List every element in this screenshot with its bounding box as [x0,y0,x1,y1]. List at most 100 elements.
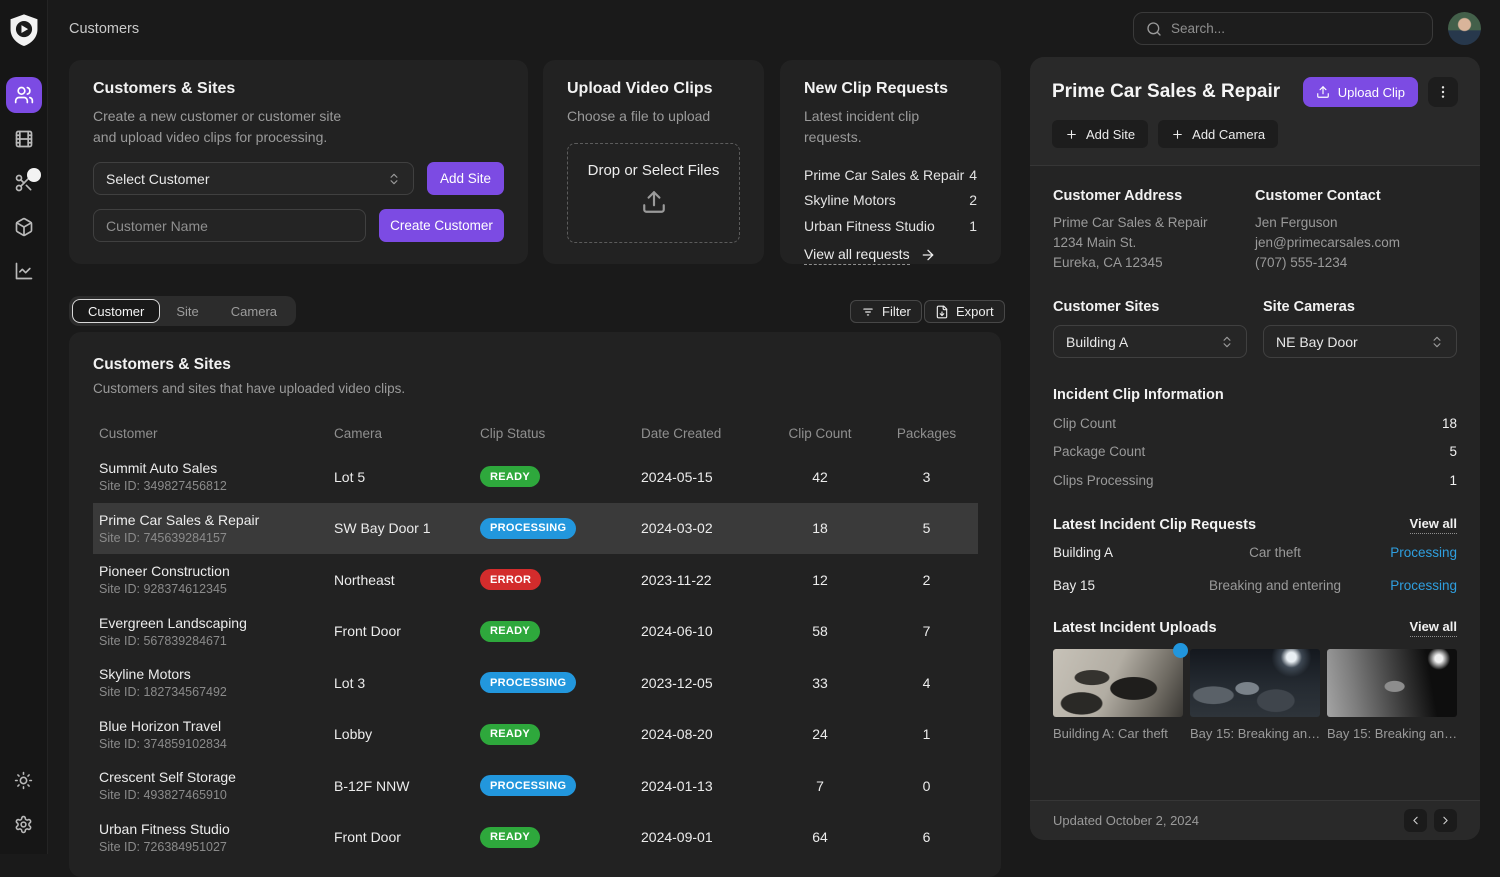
table-subtitle: Customers and sites that have uploaded v… [93,381,977,396]
col-clip-status: Clip Status [480,426,641,441]
sidebar-item-clips[interactable] [6,121,42,157]
table-row[interactable]: Prime Car Sales & Repair Site ID: 745639… [93,503,978,555]
status-badge: PROCESSING [480,518,576,539]
clip-count: 24 [765,726,875,742]
previous-page-button[interactable] [1404,809,1427,832]
dropzone-label: Drop or Select Files [588,162,720,179]
upload-thumbnail[interactable] [1327,649,1457,717]
new-clip-requests-card: New Clip Requests Latest incident clip r… [780,60,1001,264]
clip-count: 64 [765,829,875,845]
chevron-left-icon [1409,814,1422,827]
search-input[interactable] [1171,21,1420,36]
tab[interactable]: Camera [215,299,293,323]
file-download-icon [935,305,949,319]
camera-name: Front Door [334,623,480,639]
site-cameras-dropdown[interactable]: NE Bay Door [1263,325,1457,358]
upload-thumbnail[interactable] [1190,649,1320,717]
card-title: Upload Video Clips [567,80,740,98]
customer-name: Urban Fitness Studio [99,821,334,837]
panel-add-camera-button[interactable]: Add Camera [1158,120,1278,148]
status-badge: READY [480,621,540,642]
site-id: Site ID: 349827456812 [99,479,334,493]
table-body: Summit Auto Sales Site ID: 349827456812 … [69,451,1001,863]
clip-request-row: Prime Car Sales & Repair 4 [804,162,977,188]
upload-item: Bay 15: Breaking an… [1190,649,1320,741]
customer-name: Crescent Self Storage [99,769,334,785]
table-row[interactable]: Crescent Self Storage Site ID: 493827465… [93,760,978,812]
package-icon [14,217,34,237]
package-count: 3 [875,469,978,485]
chevron-right-icon [1439,814,1452,827]
customer-name-input[interactable] [93,209,366,242]
table-row[interactable]: Blue Horizon Travel Site ID: 37485910283… [93,709,978,761]
upload-thumbnail[interactable] [1053,649,1183,717]
package-count: 0 [875,778,978,794]
create-customer-button[interactable]: Create Customer [379,209,504,242]
tab[interactable]: Site [160,299,214,323]
card-subtitle: Choose a file to upload [567,106,740,127]
file-dropzone[interactable]: Drop or Select Files [567,143,740,243]
request-customer-name: Urban Fitness Studio [804,218,935,234]
sidebar-item-analytics[interactable] [6,253,42,289]
site-id: Site ID: 493827465910 [99,788,334,802]
package-count: 1 [875,726,978,742]
date-created: 2023-11-22 [641,572,765,588]
table-row[interactable]: Pioneer Construction Site ID: 9283746123… [93,554,978,606]
view-all-clip-requests-link[interactable]: View all [1410,516,1457,534]
processing-status-link[interactable]: Processing [1377,578,1457,593]
view-all-requests-link[interactable]: View all requests [804,246,977,265]
table-row[interactable]: Urban Fitness Studio Site ID: 7263849510… [93,812,978,864]
view-all-uploads-link[interactable]: View all [1410,619,1457,637]
site-id: Site ID: 745639284157 [99,531,334,545]
clip-count: 33 [765,675,875,691]
filter-button[interactable]: Filter [850,300,922,323]
user-avatar[interactable] [1448,12,1481,45]
customer-name: Blue Horizon Travel [99,718,334,734]
customer-sites-dropdown[interactable]: Building A [1053,325,1247,358]
camera-name: Lobby [334,726,480,742]
search-box [1133,12,1433,45]
kebab-menu-icon [1435,84,1451,100]
theme-toggle[interactable] [6,762,42,798]
next-page-button[interactable] [1434,809,1457,832]
sidebar-item-editor[interactable] [6,165,42,201]
table-row[interactable]: Evergreen Landscaping Site ID: 567839284… [93,606,978,658]
processing-status-link[interactable]: Processing [1377,545,1457,560]
sidebar-item-customers[interactable] [6,77,42,113]
table-row[interactable]: Skyline Motors Site ID: 182734567492 Lot… [93,657,978,709]
latest-incident-uploads: Latest Incident Uploads View all Buildin… [1053,619,1457,741]
sidebar [0,0,48,854]
camera-name: SW Bay Door 1 [334,520,480,536]
customer-name: Summit Auto Sales [99,460,334,476]
users-icon [14,85,34,105]
settings-button[interactable] [6,806,42,842]
export-button[interactable]: Export [924,300,1005,323]
panel-add-site-button[interactable]: Add Site [1052,120,1148,148]
upload-icon [1316,85,1330,99]
add-site-button[interactable]: Add Site [427,162,504,195]
upload-clip-button[interactable]: Upload Clip [1303,77,1418,107]
request-customer-name: Prime Car Sales & Repair [804,167,964,183]
chevrons-up-down-icon [1220,335,1234,349]
select-customer-dropdown[interactable]: Select Customer [93,162,414,195]
table-row[interactable]: Summit Auto Sales Site ID: 349827456812 … [93,451,978,503]
request-count: 1 [969,218,977,234]
topbar: Customers [48,0,1500,56]
clip-request-row: Skyline Motors 2 [804,188,977,214]
request-count: 2 [969,192,977,208]
status-badge: ERROR [480,569,541,590]
upload-item: Building A: Car theft [1053,649,1183,741]
package-count: 7 [875,623,978,639]
arrow-right-icon [920,247,936,263]
upload-video-clips-card: Upload Video Clips Choose a file to uplo… [543,60,764,264]
upload-caption: Bay 15: Breaking an… [1327,726,1457,741]
more-options-button[interactable] [1428,77,1458,107]
tab[interactable]: Customer [72,299,160,323]
customer-name: Prime Car Sales & Repair [99,512,334,528]
incident-clip-information: Incident Clip Information Clip Count 18 … [1053,387,1457,495]
film-icon [14,129,34,149]
sidebar-item-packages[interactable] [6,209,42,245]
status-badge: PROCESSING [480,775,576,796]
customers-sites-card: Customers & Sites Create a new customer … [69,60,528,264]
status-badge: READY [480,724,540,745]
